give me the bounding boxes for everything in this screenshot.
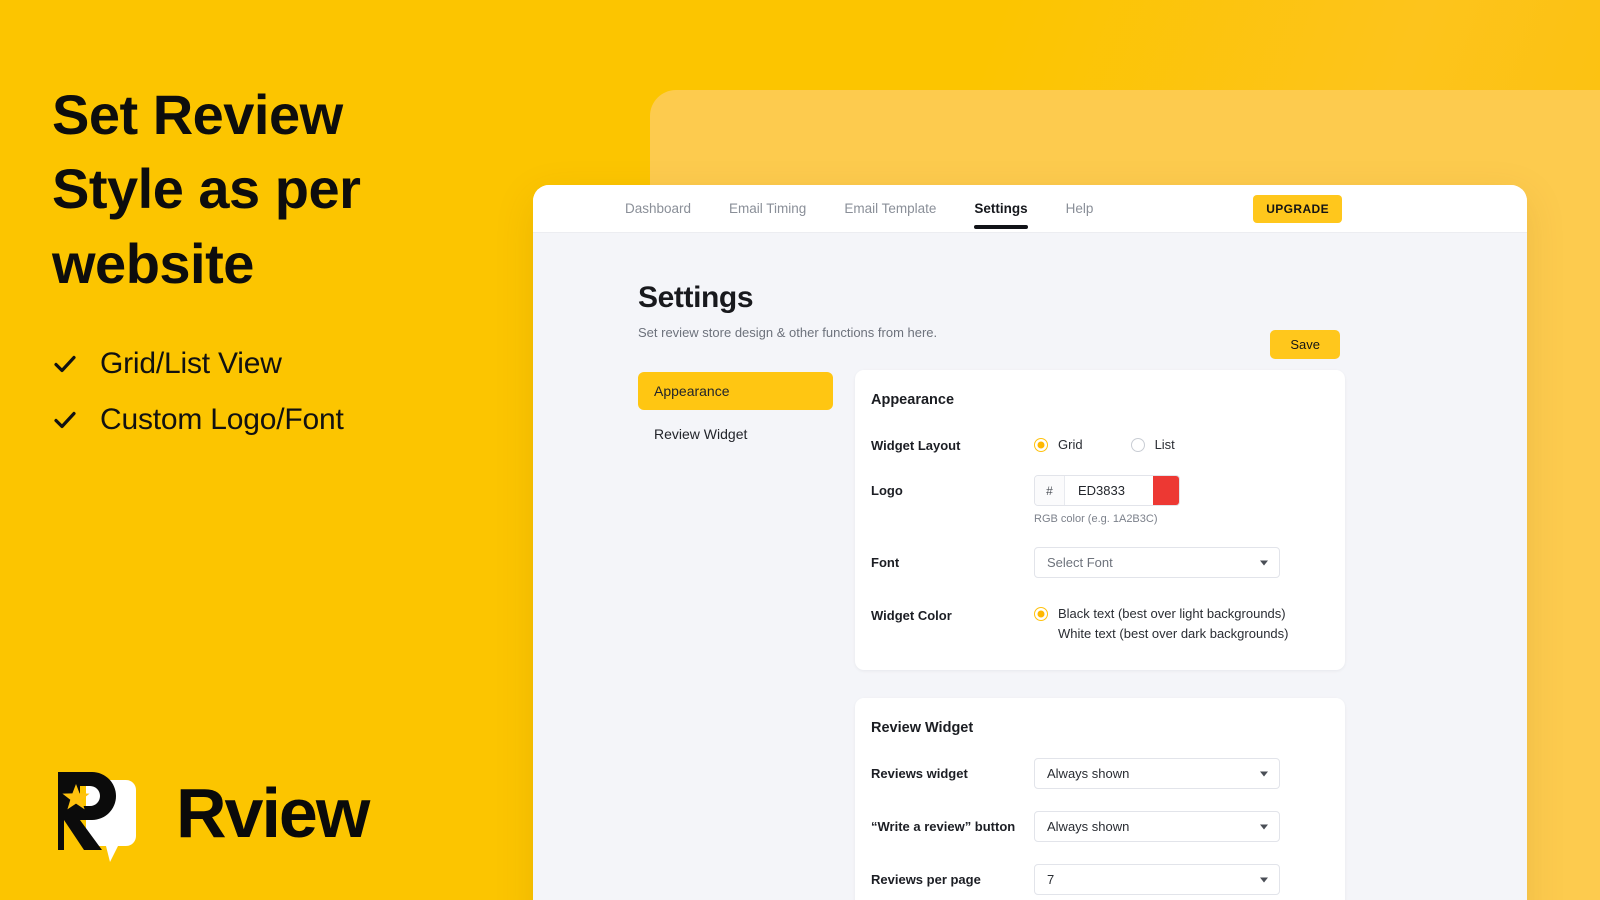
logo-color-input[interactable]: # ED3833 bbox=[1034, 475, 1180, 506]
write-review-button-select[interactable]: Always shown bbox=[1034, 811, 1280, 843]
promo-feature-list: Grid/List View Custom Logo/Font bbox=[52, 347, 520, 437]
nav-item-settings[interactable]: Settings bbox=[974, 185, 1028, 232]
radio-label-black-text: Black text (best over light backgrounds) bbox=[1058, 606, 1286, 621]
reviews-widget-value: Always shown bbox=[1047, 766, 1130, 782]
chevron-down-icon bbox=[1260, 824, 1268, 830]
logo-color-value[interactable]: ED3833 bbox=[1065, 476, 1153, 505]
logo-color-row: Logo # ED3833 RGB color (e.g. 1A2B3C) bbox=[871, 475, 1319, 525]
radio-label-white-text[interactable]: White text (best over dark backgrounds) bbox=[1058, 624, 1289, 644]
font-select[interactable]: Select Font bbox=[1034, 547, 1280, 578]
reviews-per-page-value: 7 bbox=[1047, 872, 1055, 888]
font-row: Font Select Font bbox=[871, 547, 1319, 578]
reviews-widget-row: Reviews widget Always shown bbox=[871, 758, 1319, 790]
font-select-value: Select Font bbox=[1047, 555, 1113, 570]
reviews-per-page-label: Reviews per page bbox=[871, 872, 981, 888]
font-label: Font bbox=[871, 555, 900, 570]
chevron-down-icon bbox=[1260, 771, 1268, 777]
radio-icon-black-text[interactable] bbox=[1034, 607, 1048, 621]
list-item: Custom Logo/Font bbox=[52, 403, 520, 437]
settings-content: Appearance Review Widget Appearance Widg… bbox=[638, 370, 1527, 900]
appearance-card: Appearance Widget Layout Grid List Logo … bbox=[855, 370, 1345, 671]
reviews-widget-select[interactable]: Always shown bbox=[1034, 758, 1280, 790]
promo-feature-label: Custom Logo/Font bbox=[100, 403, 344, 437]
settings-sidebar: Appearance Review Widget bbox=[638, 370, 833, 900]
radio-option-grid[interactable]: Grid bbox=[1034, 437, 1083, 452]
save-button[interactable]: Save bbox=[1270, 330, 1340, 359]
review-widget-card: Review Widget Reviews widget Always show… bbox=[855, 698, 1345, 900]
settings-cards: Appearance Widget Layout Grid List Logo … bbox=[855, 370, 1345, 900]
check-icon bbox=[52, 351, 78, 377]
radio-label-list: List bbox=[1154, 437, 1175, 452]
navbar: Dashboard Email Timing Email Template Se… bbox=[533, 185, 1527, 233]
radio-option-list[interactable]: List bbox=[1130, 437, 1175, 452]
nav-item-help[interactable]: Help bbox=[1066, 185, 1094, 232]
widget-layout-radio-group: Grid List bbox=[1034, 430, 1319, 452]
promo-feature-label: Grid/List View bbox=[100, 347, 282, 381]
widget-color-row: Widget Color Black text (best over light… bbox=[871, 600, 1319, 644]
page-subtitle: Set review store design & other function… bbox=[638, 325, 938, 340]
reviews-per-page-select[interactable]: 7 bbox=[1034, 864, 1280, 896]
page-body: Settings Set review store design & other… bbox=[533, 233, 1527, 900]
radio-label-grid: Grid bbox=[1058, 437, 1083, 452]
logo-color-hint: RGB color (e.g. 1A2B3C) bbox=[1034, 513, 1158, 525]
widget-color-options: Black text (best over light backgrounds)… bbox=[1034, 600, 1319, 644]
radio-icon-grid[interactable] bbox=[1034, 437, 1048, 452]
write-review-button-value: Always shown bbox=[1047, 819, 1130, 835]
logo-label: Logo bbox=[871, 483, 903, 498]
write-review-button-label: “Write a review” button bbox=[871, 819, 1016, 835]
hash-prefix: # bbox=[1035, 476, 1065, 505]
reviews-widget-label: Reviews widget bbox=[871, 766, 968, 782]
chevron-down-icon bbox=[1260, 877, 1268, 883]
promo-title: Set Review Style as per website bbox=[52, 83, 361, 295]
widget-layout-row: Widget Layout Grid List bbox=[871, 430, 1319, 453]
list-item: Grid/List View bbox=[52, 347, 520, 381]
widget-layout-label: Widget Layout bbox=[871, 438, 961, 453]
reviews-per-page-row: Reviews per page 7 Reviews shown on prod… bbox=[871, 864, 1319, 900]
check-icon bbox=[52, 407, 78, 433]
chevron-down-icon bbox=[1260, 560, 1268, 565]
appearance-card-title: Appearance bbox=[871, 392, 955, 408]
nav-item-dashboard[interactable]: Dashboard bbox=[625, 185, 691, 232]
write-review-button-row: “Write a review” button Always shown bbox=[871, 811, 1319, 843]
logo-color-swatch[interactable] bbox=[1153, 476, 1179, 505]
nav-items: Dashboard Email Timing Email Template Se… bbox=[625, 185, 1093, 232]
upgrade-button[interactable]: UPGRADE bbox=[1253, 194, 1342, 223]
app-window: Dashboard Email Timing Email Template Se… bbox=[533, 185, 1527, 900]
brand-name: Rview bbox=[176, 774, 370, 852]
review-widget-card-title: Review Widget bbox=[871, 720, 974, 737]
sidebar-item-appearance[interactable]: Appearance bbox=[638, 372, 833, 410]
brand-logo: Rview bbox=[50, 758, 370, 868]
page-title: Settings bbox=[638, 281, 754, 314]
radio-icon-list[interactable] bbox=[1130, 437, 1145, 452]
rview-mark-icon bbox=[50, 758, 146, 868]
nav-item-email-template[interactable]: Email Template bbox=[844, 185, 936, 232]
widget-color-label: Widget Color bbox=[871, 608, 952, 623]
sidebar-item-review-widget[interactable]: Review Widget bbox=[638, 415, 833, 453]
radio-option-black-text[interactable]: Black text (best over light backgrounds)… bbox=[1034, 604, 1319, 644]
nav-item-email-timing[interactable]: Email Timing bbox=[729, 185, 806, 232]
